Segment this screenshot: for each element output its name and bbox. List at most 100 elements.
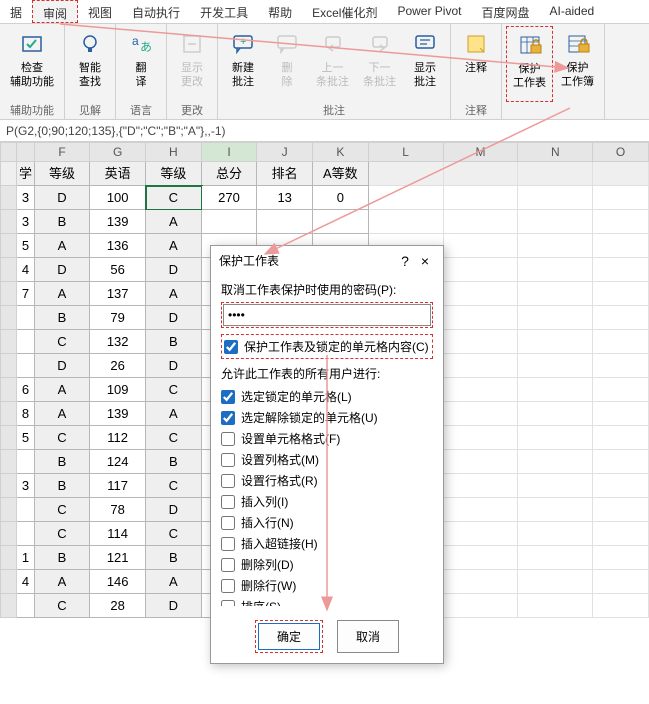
select-all-corner[interactable] [0, 142, 17, 162]
cell[interactable]: C [35, 426, 91, 450]
cell[interactable]: A [35, 234, 91, 258]
cell[interactable]: 3 [17, 186, 34, 210]
row-header[interactable] [0, 378, 17, 402]
ribbon-tab-4[interactable]: 开发工具 [190, 0, 258, 23]
cell-blank[interactable] [593, 546, 649, 570]
cell[interactable]: A [35, 282, 91, 306]
cell[interactable]: 270 [202, 186, 258, 210]
col-header-K[interactable]: K [313, 142, 369, 162]
cell[interactable]: B [35, 474, 91, 498]
cell[interactable] [202, 210, 258, 234]
cell[interactable] [17, 306, 34, 330]
cell[interactable]: B [35, 450, 91, 474]
perm-checkbox-9[interactable] [221, 579, 235, 593]
perm-checkbox-6[interactable] [221, 516, 235, 530]
cell-blank[interactable] [518, 498, 593, 522]
ribbon-tab-3[interactable]: 自动执行 [122, 0, 190, 23]
ribbon-tab-0[interactable]: 据 [0, 0, 32, 23]
cell[interactable]: 136 [90, 234, 146, 258]
cell[interactable]: D [35, 186, 91, 210]
cell-blank[interactable] [518, 594, 593, 618]
cell-blank[interactable] [593, 570, 649, 594]
cell-blank[interactable] [444, 330, 519, 354]
cell[interactable]: 1 [17, 546, 34, 570]
cell-blank[interactable] [518, 282, 593, 306]
col-header-N[interactable]: N [518, 142, 593, 162]
col-header-L[interactable]: L [369, 142, 444, 162]
cell[interactable]: A [146, 402, 202, 426]
cell[interactable]: A [146, 234, 202, 258]
cancel-button[interactable]: 取消 [337, 620, 399, 653]
cell[interactable]: D [146, 258, 202, 282]
perm-checkbox-4[interactable] [221, 474, 235, 488]
hdr-cell-blank[interactable] [369, 162, 444, 186]
perm-checkbox-7[interactable] [221, 537, 235, 551]
col-header-J[interactable]: J [257, 142, 313, 162]
cell[interactable]: 13 [257, 186, 313, 210]
cell[interactable]: 8 [17, 402, 34, 426]
cell[interactable]: C [146, 186, 202, 210]
cell-blank[interactable] [593, 402, 649, 426]
hdr-cell[interactable]: 学 [17, 162, 34, 186]
ok-button[interactable]: 确定 [258, 623, 320, 650]
ribbon-tab-1[interactable]: 审阅 [32, 0, 78, 23]
cell[interactable]: C [35, 594, 91, 618]
ribbon-btn-prev-comment-icon[interactable]: 上一条批注 [310, 26, 355, 102]
cell-blank[interactable] [518, 330, 593, 354]
cell[interactable]: 26 [90, 354, 146, 378]
ribbon-tab-6[interactable]: Excel催化剂 [302, 0, 387, 23]
cell[interactable] [17, 450, 34, 474]
cell-blank[interactable] [518, 210, 593, 234]
cell[interactable]: 79 [90, 306, 146, 330]
cell[interactable]: 139 [90, 402, 146, 426]
cell-blank[interactable] [593, 282, 649, 306]
row-header[interactable] [0, 186, 17, 210]
cell[interactable]: 7 [17, 282, 34, 306]
cell-blank[interactable] [444, 258, 519, 282]
row-header[interactable] [0, 522, 17, 546]
perm-checkbox-10[interactable] [221, 600, 235, 607]
row-header[interactable] [0, 330, 17, 354]
ribbon-btn-next-comment-icon[interactable]: 下一条批注 [357, 26, 402, 102]
help-icon[interactable]: ? [395, 253, 415, 269]
cell[interactable]: C [146, 474, 202, 498]
cell-blank[interactable] [518, 258, 593, 282]
cell-blank[interactable] [444, 306, 519, 330]
cell[interactable]: 0 [313, 186, 369, 210]
cell[interactable] [17, 594, 34, 618]
cell[interactable]: A [146, 210, 202, 234]
ribbon-btn-protect-sheet-icon[interactable]: 保护工作表 [506, 26, 553, 102]
perm-checkbox-8[interactable] [221, 558, 235, 572]
cell-blank[interactable] [518, 474, 593, 498]
cell[interactable]: B [146, 450, 202, 474]
cell-blank[interactable] [518, 522, 593, 546]
cell-blank[interactable] [518, 354, 593, 378]
col-header-G[interactable]: G [90, 142, 146, 162]
cell[interactable] [313, 210, 369, 234]
cell[interactable]: 5 [17, 234, 34, 258]
cell-blank[interactable] [444, 354, 519, 378]
cell[interactable]: C [146, 426, 202, 450]
cell[interactable]: 121 [90, 546, 146, 570]
cell-blank[interactable] [593, 306, 649, 330]
col-header-[interactable] [17, 142, 34, 162]
cell-blank[interactable] [444, 594, 519, 618]
cell-blank[interactable] [444, 426, 519, 450]
ribbon-tab-7[interactable]: Power Pivot [387, 0, 471, 23]
cell[interactable]: 28 [90, 594, 146, 618]
cell[interactable]: B [146, 546, 202, 570]
perm-checkbox-3[interactable] [221, 453, 235, 467]
row-header[interactable] [0, 210, 17, 234]
col-header-O[interactable]: O [593, 142, 649, 162]
cell[interactable]: 3 [17, 210, 34, 234]
cell-blank[interactable] [518, 306, 593, 330]
ribbon-btn-show-changes-icon[interactable]: 显示更改 [171, 26, 213, 102]
cell[interactable] [17, 522, 34, 546]
perm-checkbox-0[interactable] [221, 390, 235, 404]
col-header-H[interactable]: H [146, 142, 202, 162]
ribbon-btn-show-comments-icon[interactable]: 显示批注 [404, 26, 446, 102]
cell-blank[interactable] [593, 330, 649, 354]
row-header[interactable] [0, 570, 17, 594]
cell[interactable] [257, 210, 313, 234]
ribbon-btn-check-icon[interactable]: 检查辅助功能 [4, 26, 60, 102]
